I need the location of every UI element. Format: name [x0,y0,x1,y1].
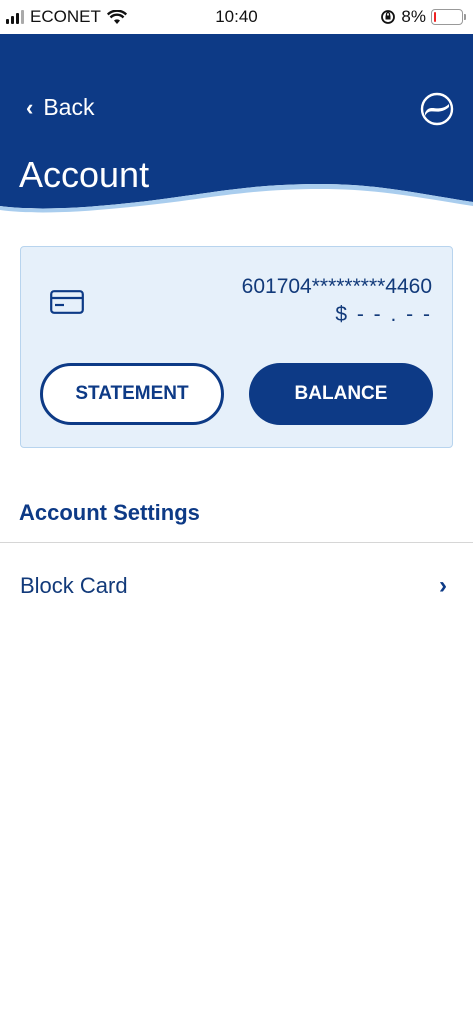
card-panel: 601704*********4460 $ - - . - - STATEMEN… [20,246,453,448]
back-label: Back [43,94,95,120]
status-left: ECONET [6,7,127,27]
carrier-name: ECONET [30,7,101,26]
card-icon [50,290,84,314]
signal-icon [6,10,24,24]
divider [0,542,473,543]
wifi-icon [106,9,127,24]
back-chevron-icon: ‹ [26,94,34,120]
status-bar: ECONET 10:40 8% [0,0,473,34]
status-right: 8% [380,7,466,27]
card-number: 601704*********4460 [241,275,432,298]
section-title-account-settings: Account Settings [19,500,200,525]
back-button[interactable]: ‹ Back [26,94,94,121]
header: ‹ Back Account [0,34,473,214]
card-balance: $ - - . - - [335,303,432,326]
block-card-label: Block Card [20,573,128,598]
statement-button[interactable]: STATEMENT [40,363,224,425]
battery-fill [434,12,436,22]
brand-logo-icon[interactable] [420,92,454,126]
page-title: Account [19,154,150,195]
orientation-lock-icon [381,10,396,24]
balance-button[interactable]: BALANCE [249,363,433,425]
battery-percent: 8% [401,7,426,26]
block-card-row[interactable]: Block Card › [0,556,473,616]
chevron-right-icon: › [439,572,447,599]
battery-icon [431,9,466,25]
